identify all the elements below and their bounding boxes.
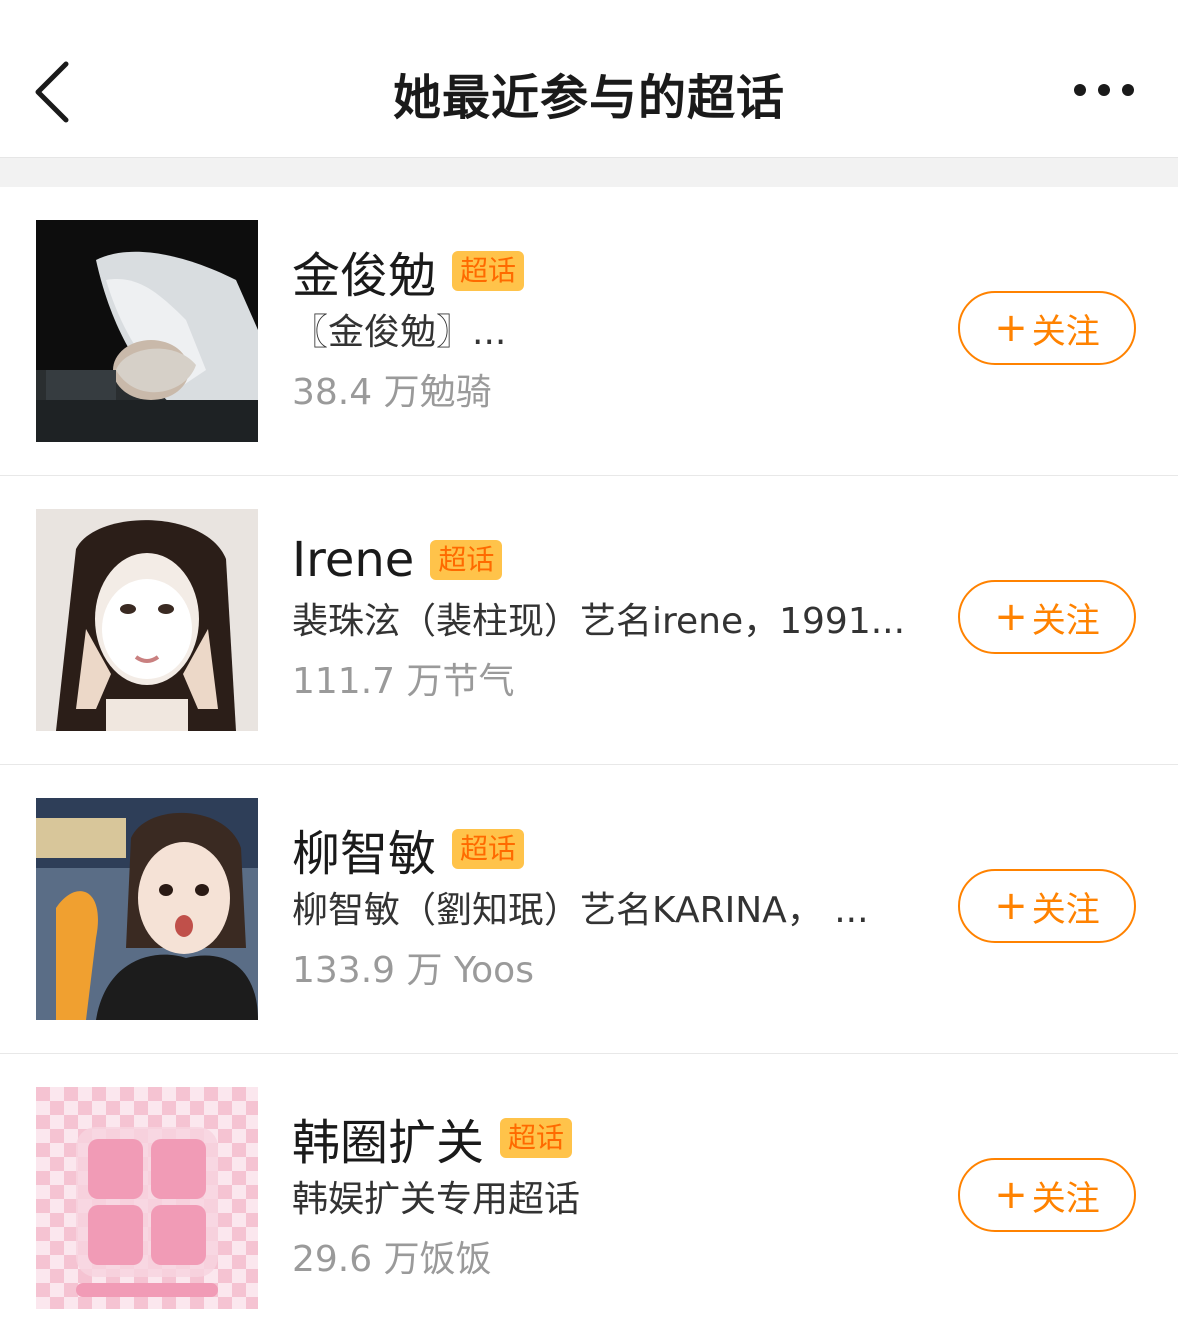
plus-icon: +	[994, 883, 1028, 929]
topic-name: 韩圈扩关	[292, 1115, 485, 1171]
follow-button[interactable]: + 关注	[958, 869, 1136, 943]
app-screen: 她最近参与的超话 金俊勉 超话 〖金俊勉〗... 38.4 万勉骑 + 关注 I…	[0, 0, 1178, 1323]
topic-avatar[interactable]	[36, 1087, 258, 1309]
topic-stats: 38.4 万勉骑	[292, 372, 492, 413]
topic-stats: 133.9 万 Yoos	[292, 950, 534, 991]
topic-row[interactable]: 金俊勉 超话 〖金俊勉〗... 38.4 万勉骑 + 关注	[0, 187, 1178, 476]
topic-stats: 29.6 万饭饭	[292, 1239, 492, 1280]
nav-bar: 她最近参与的超话	[0, 0, 1178, 158]
more-dots-icon	[1064, 70, 1144, 110]
topic-row[interactable]: Irene 超话 裴珠泫（裴柱现）艺名irene，1991... 111.7 万…	[0, 476, 1178, 765]
topic-avatar[interactable]	[36, 509, 258, 731]
super-topic-badge: 超话	[430, 540, 503, 580]
topic-list: 金俊勉 超话 〖金俊勉〗... 38.4 万勉骑 + 关注 Irene 超话 裴…	[0, 187, 1178, 1323]
topic-stats: 111.7 万节气	[292, 661, 515, 702]
follow-label: 关注	[1031, 1178, 1100, 1219]
topic-info: Irene 超话 裴珠泫（裴柱现）艺名irene，1991... 111.7 万…	[292, 528, 922, 706]
topic-description: 柳智敏（劉知珉）艺名KARINA， ...	[292, 890, 869, 931]
topic-row[interactable]: 柳智敏 超话 柳智敏（劉知珉）艺名KARINA， ... 133.9 万 Yoo…	[0, 765, 1178, 1054]
super-topic-badge: 超话	[452, 251, 525, 291]
follow-label: 关注	[1031, 889, 1100, 930]
topic-info: 韩圈扩关 超话 韩娱扩关专用超话 29.6 万饭饭	[292, 1106, 922, 1284]
follow-button[interactable]: + 关注	[958, 580, 1136, 654]
topic-name: 金俊勉	[292, 248, 437, 304]
plus-icon: +	[994, 305, 1028, 351]
follow-button[interactable]: + 关注	[958, 1158, 1136, 1232]
topic-description: 裴珠泫（裴柱现）艺名irene，1991...	[292, 601, 906, 642]
topic-name: Irene	[292, 532, 415, 588]
topic-info: 柳智敏 超话 柳智敏（劉知珉）艺名KARINA， ... 133.9 万 Yoo…	[292, 817, 922, 995]
topic-description: 韩娱扩关专用超话	[292, 1179, 581, 1220]
plus-icon: +	[994, 594, 1028, 640]
topic-row[interactable]: 韩圈扩关 超话 韩娱扩关专用超话 29.6 万饭饭 + 关注	[0, 1054, 1178, 1323]
follow-label: 关注	[1031, 600, 1100, 641]
section-divider	[0, 158, 1178, 187]
page-title: 她最近参与的超话	[392, 70, 785, 126]
follow-button[interactable]: + 关注	[958, 291, 1136, 365]
super-topic-badge: 超话	[500, 1118, 573, 1158]
topic-avatar[interactable]	[36, 220, 258, 442]
topic-info: 金俊勉 超话 〖金俊勉〗... 38.4 万勉骑	[292, 239, 922, 417]
follow-label: 关注	[1031, 311, 1100, 352]
topic-name: 柳智敏	[292, 826, 437, 882]
super-topic-badge: 超话	[452, 829, 525, 869]
plus-icon: +	[994, 1172, 1028, 1218]
topic-avatar[interactable]	[36, 798, 258, 1020]
more-button[interactable]	[1064, 70, 1144, 110]
topic-description: 〖金俊勉〗...	[292, 312, 507, 353]
